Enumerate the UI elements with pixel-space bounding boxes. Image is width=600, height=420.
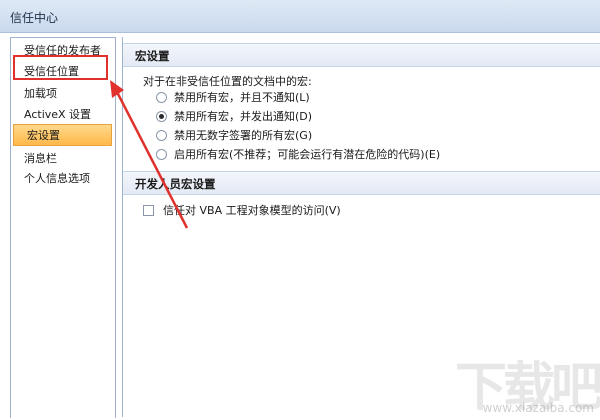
trust-center-window: ~ ~ ~ ~ 信任中心 受信任的发布者 受信任位置 加载项 ActiveX 设… bbox=[0, 0, 600, 418]
watermark-logo: 下载吧 www.xiazaiba.com bbox=[455, 345, 600, 418]
watermark-url: www.xiazaiba.com bbox=[482, 401, 594, 415]
